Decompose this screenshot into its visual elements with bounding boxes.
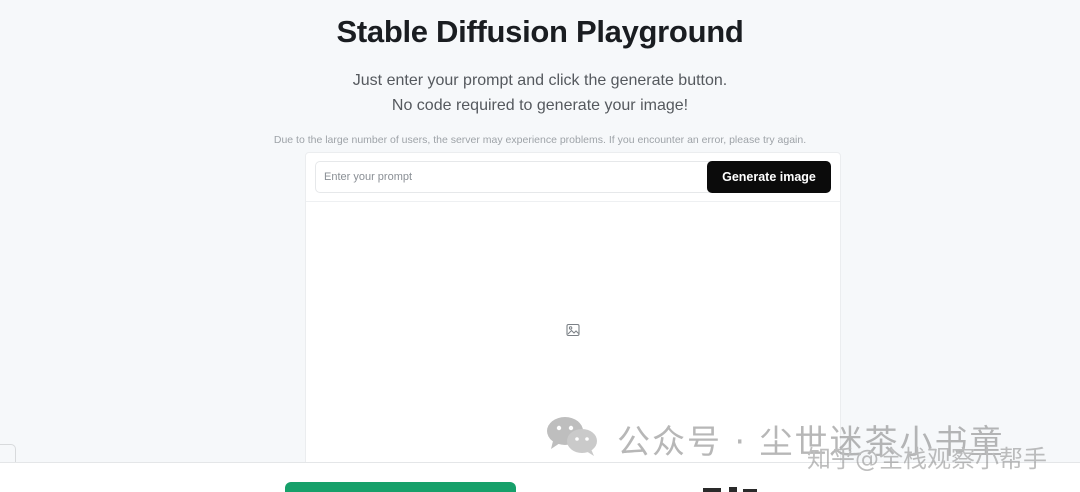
- page-title: Stable Diffusion Playground: [336, 14, 744, 49]
- image-icon: [566, 323, 580, 337]
- prompt-form: Generate image: [315, 161, 831, 193]
- watermark-text-secondary: 知乎@全栈观察小帮手: [807, 445, 1047, 473]
- watermark: 公众号 · 尘世迷茶小书童 知乎@全栈观察小帮手: [545, 415, 1065, 475]
- server-notice: Due to the large number of users, the se…: [273, 134, 807, 146]
- partial-heading-glyphs: [703, 487, 757, 492]
- subtitle-line-2: No code required to generate your image!: [391, 97, 689, 114]
- subtitle-line-1: Just enter your prompt and click the gen…: [352, 72, 728, 89]
- prompt-input[interactable]: [316, 162, 708, 192]
- generate-image-button[interactable]: Generate image: [707, 161, 831, 193]
- wechat-icon: [547, 417, 597, 456]
- card-divider: [306, 201, 840, 202]
- green-action-button[interactable]: [285, 482, 516, 492]
- side-drawer-handle[interactable]: [0, 444, 16, 464]
